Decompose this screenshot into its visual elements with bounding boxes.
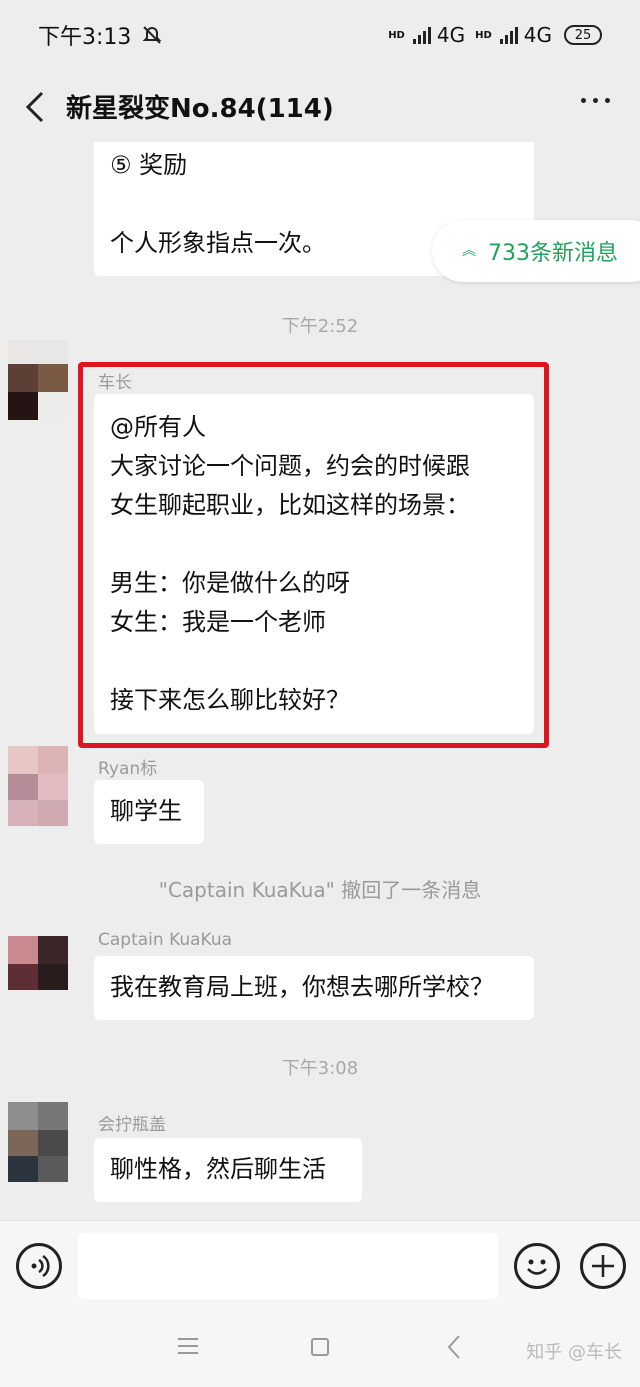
- new-messages-label: 733条新消息: [488, 241, 618, 266]
- smiley-icon: [527, 1259, 547, 1275]
- sender-name: 会拧瓶盖: [98, 1115, 166, 1135]
- system-nav-bar: 知乎 @车长: [0, 1312, 640, 1387]
- timestamp: 下午3:08: [281, 1058, 359, 1079]
- status-right: HD 4G HD 4G 25: [388, 23, 602, 47]
- message-bubble[interactable]: 我在教育局上班，你想去哪所学校？: [94, 956, 534, 1020]
- avatar[interactable]: [8, 340, 68, 420]
- watermark: 知乎 @车长: [526, 1342, 622, 1363]
- hd-label-1: HD: [388, 29, 405, 41]
- chat-header: 新星裂变No.84(114): [0, 70, 640, 142]
- message-input[interactable]: [78, 1233, 498, 1299]
- more-options-icon[interactable]: [581, 98, 610, 103]
- chat-title: 新星裂变No.84(114): [66, 94, 334, 124]
- status-bar: 下午3:13 HD 4G HD 4G 25: [0, 0, 640, 70]
- recall-notice: "Captain KuaKua" 撤回了一条消息: [158, 878, 482, 902]
- hd-label-2: HD: [475, 29, 492, 41]
- highlight-annotation-box: [78, 362, 549, 748]
- voice-icon: [31, 1254, 50, 1278]
- timestamp: 下午2:52: [281, 316, 359, 337]
- status-left: 下午3:13: [38, 19, 163, 51]
- more-actions-button[interactable]: [580, 1243, 626, 1289]
- avatar[interactable]: [8, 1102, 68, 1182]
- home-icon[interactable]: [311, 1338, 329, 1356]
- alarm-off-icon: [142, 26, 162, 44]
- message-text: 聊学生: [110, 797, 182, 825]
- battery-level: 25: [574, 27, 592, 43]
- signal-icon-1: [412, 26, 431, 44]
- chat-area[interactable]: ⑤ 奖励 个人形象指点一次。 ︽ 733条新消息 下午2:52 车长 @所有人 …: [0, 142, 640, 1220]
- signal-icon-2: [499, 26, 518, 44]
- emoji-button[interactable]: [514, 1243, 560, 1289]
- message-text: 聊性格，然后聊生活: [110, 1155, 326, 1183]
- recent-apps-icon[interactable]: [178, 1338, 198, 1354]
- network-label-1: 4G: [436, 23, 466, 47]
- input-bar: [0, 1220, 640, 1312]
- battery-icon: 25: [564, 25, 602, 45]
- message-bubble[interactable]: 聊性格，然后聊生活: [94, 1138, 362, 1202]
- plus-icon: [592, 1255, 614, 1277]
- reward-line-2: [110, 185, 518, 224]
- voice-input-button[interactable]: [16, 1243, 62, 1289]
- sender-name: Ryan标: [98, 759, 158, 779]
- network-label-2: 4G: [523, 23, 552, 47]
- message-text: 我在教育局上班，你想去哪所学校？: [110, 973, 494, 1001]
- avatar[interactable]: [8, 746, 68, 826]
- nav-back-icon[interactable]: [446, 1334, 462, 1360]
- double-chevron-up-icon: ︽: [462, 243, 476, 259]
- message-bubble[interactable]: 聊学生: [94, 780, 204, 844]
- back-arrow-icon[interactable]: [22, 90, 48, 124]
- status-time: 下午3:13: [38, 25, 132, 50]
- new-messages-button[interactable]: ︽ 733条新消息: [432, 220, 640, 282]
- avatar[interactable]: [8, 910, 68, 990]
- sender-name: Captain KuaKua: [98, 930, 233, 950]
- reward-line-1: ⑤ 奖励: [110, 151, 188, 179]
